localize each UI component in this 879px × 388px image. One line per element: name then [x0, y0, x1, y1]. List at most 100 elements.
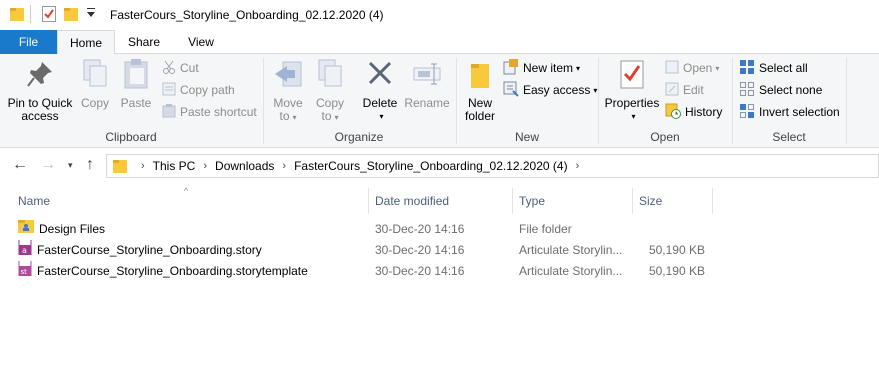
- breadcrumb-this-pc[interactable]: This PC: [153, 159, 196, 173]
- file-name: FasterCourse_Storyline_Onboarding.storyt…: [37, 264, 308, 278]
- file-size: [636, 219, 705, 240]
- file-type: Articulate Storylin...: [519, 243, 623, 257]
- edit-button[interactable]: Edit: [665, 80, 704, 100]
- properties-icon: [603, 58, 661, 93]
- column-header-type[interactable]: Type: [513, 188, 632, 214]
- title-bar: FasterCours_Storyline_Onboarding_02.12.2…: [0, 0, 879, 30]
- window-title: FasterCours_Storyline_Onboarding_02.12.2…: [110, 8, 384, 22]
- move-to-button[interactable]: Move to ▾: [270, 58, 306, 124]
- up-arrow-icon[interactable]: ↑: [86, 156, 94, 174]
- table-row[interactable]: Design Files 30-Dec-20 14:16 File folder: [0, 219, 879, 240]
- organize-group-label: Organize: [334, 130, 384, 144]
- edit-icon: [665, 82, 679, 99]
- easy-access-icon: [503, 81, 519, 100]
- select-all-button[interactable]: Select all: [739, 58, 808, 78]
- new-item-button[interactable]: New item ▾: [503, 58, 580, 78]
- paste-button[interactable]: Paste: [118, 58, 154, 110]
- new-folder-icon: [461, 58, 499, 93]
- chevron-down-icon: ▾: [715, 63, 720, 73]
- rename-icon: [404, 58, 450, 93]
- file-name: Design Files: [39, 222, 106, 236]
- pin-icon: [6, 58, 74, 93]
- folder-icon: [113, 158, 127, 174]
- column-divider[interactable]: [712, 188, 713, 214]
- address-bar[interactable]: › This PC › Downloads › FasterCours_Stor…: [106, 154, 879, 178]
- tab-share[interactable]: Share: [118, 30, 170, 54]
- breadcrumb-chevron-icon[interactable]: ›: [203, 160, 207, 172]
- chevron-down-icon: ▾: [631, 112, 636, 121]
- breadcrumb-chevron-icon[interactable]: ›: [576, 160, 580, 172]
- invert-selection-button[interactable]: Invert selection: [739, 102, 840, 122]
- delete-button[interactable]: Delete ▾: [360, 58, 400, 123]
- pin-to-quick-access-button[interactable]: Pin to Quick access: [6, 58, 74, 123]
- file-name: FasterCourse_Storyline_Onboarding.story: [37, 243, 262, 257]
- select-group: Select all Select none Invert selection …: [733, 54, 845, 148]
- paste-shortcut-button[interactable]: Paste shortcut: [162, 102, 257, 122]
- open-group: Properties ▾ Open ▾ Edit History Open: [599, 54, 731, 148]
- open-icon: [665, 60, 679, 77]
- new-item-icon: [503, 58, 519, 78]
- new-group: New folder New item ▾ Easy access ▾ New: [457, 54, 597, 148]
- story-file-icon: a: [18, 240, 32, 261]
- scissors-icon: [162, 60, 176, 77]
- new-group-label: New: [514, 130, 539, 144]
- copy-to-button[interactable]: Copy to ▾: [312, 58, 348, 124]
- column-header-size[interactable]: Size: [633, 188, 712, 214]
- rename-button[interactable]: Rename: [404, 58, 450, 110]
- breadcrumb-chevron-icon[interactable]: ›: [141, 160, 145, 172]
- clipboard-group: Pin to Quick access Copy Paste Cut Copy …: [0, 54, 262, 148]
- file-size: 50,190 KB: [648, 264, 705, 278]
- history-icon: [665, 103, 681, 122]
- ribbon: Pin to Quick access Copy Paste Cut Copy …: [0, 54, 879, 148]
- file-type: Articulate Storylin...: [519, 264, 623, 278]
- cut-button[interactable]: Cut: [162, 58, 199, 78]
- navigation-bar: ← → ▾ ↑ › This PC › Downloads › FasterCo…: [0, 152, 879, 180]
- easy-access-button[interactable]: Easy access ▾: [503, 80, 597, 100]
- column-header-date[interactable]: Date modified: [369, 188, 512, 214]
- copy-button[interactable]: Copy: [78, 58, 112, 110]
- properties-quick-icon[interactable]: [42, 6, 56, 25]
- breadcrumb-chevron-icon[interactable]: ›: [282, 160, 286, 172]
- tab-file[interactable]: File: [0, 30, 57, 54]
- select-all-icon: [739, 59, 755, 78]
- copy-to-icon: [312, 58, 348, 93]
- tab-view[interactable]: View: [175, 30, 227, 54]
- forward-arrow-icon[interactable]: →: [40, 156, 56, 174]
- copy-path-icon: [162, 82, 176, 99]
- select-group-label: Select: [772, 130, 806, 144]
- copy-path-button[interactable]: Copy path: [162, 80, 235, 100]
- clipboard-group-label: Clipboard: [105, 130, 157, 144]
- column-header-name[interactable]: Name: [12, 188, 368, 214]
- breadcrumb-current-folder[interactable]: FasterCours_Storyline_Onboarding_02.12.2…: [294, 159, 568, 173]
- table-row[interactable]: st FasterCourse_Storyline_Onboarding.sto…: [0, 261, 879, 282]
- properties-button[interactable]: Properties ▾: [603, 58, 661, 123]
- new-folder-quick-icon[interactable]: [64, 6, 78, 25]
- folder-icon: [10, 6, 24, 25]
- recent-locations-chevron-icon[interactable]: ▾: [68, 160, 73, 171]
- ribbon-tabs: File Home Share View: [0, 30, 879, 55]
- customize-toolbar-icon[interactable]: [86, 8, 96, 23]
- move-to-icon: [270, 58, 306, 93]
- paste-shortcut-icon: [162, 103, 176, 121]
- open-button[interactable]: Open ▾: [665, 58, 719, 78]
- chevron-down-icon: ▾: [593, 85, 598, 95]
- tab-home[interactable]: Home: [57, 30, 115, 55]
- select-none-button[interactable]: Select none: [739, 80, 822, 100]
- back-arrow-icon[interactable]: ←: [12, 156, 28, 174]
- table-row[interactable]: a FasterCourse_Storyline_Onboarding.stor…: [0, 240, 879, 261]
- organize-group: Move to ▾ Copy to ▾ Delete ▾ Rename Organi…: [264, 54, 454, 148]
- file-date: 30-Dec-20 14:16: [375, 264, 465, 278]
- open-group-label: Open: [650, 130, 680, 144]
- history-button[interactable]: History: [665, 102, 722, 122]
- delete-x-icon: [360, 58, 400, 93]
- copy-icon: [78, 58, 112, 93]
- separator: [30, 5, 32, 26]
- folder-icon: [18, 219, 34, 240]
- invert-selection-icon: [739, 103, 755, 122]
- file-date: 30-Dec-20 14:16: [375, 222, 465, 236]
- new-folder-button[interactable]: New folder: [461, 58, 499, 123]
- chevron-down-icon: ▾: [576, 63, 581, 73]
- file-date: 30-Dec-20 14:16: [375, 243, 465, 257]
- column-headers: Name Date modified Type Size: [0, 188, 879, 214]
- breadcrumb-downloads[interactable]: Downloads: [215, 159, 274, 173]
